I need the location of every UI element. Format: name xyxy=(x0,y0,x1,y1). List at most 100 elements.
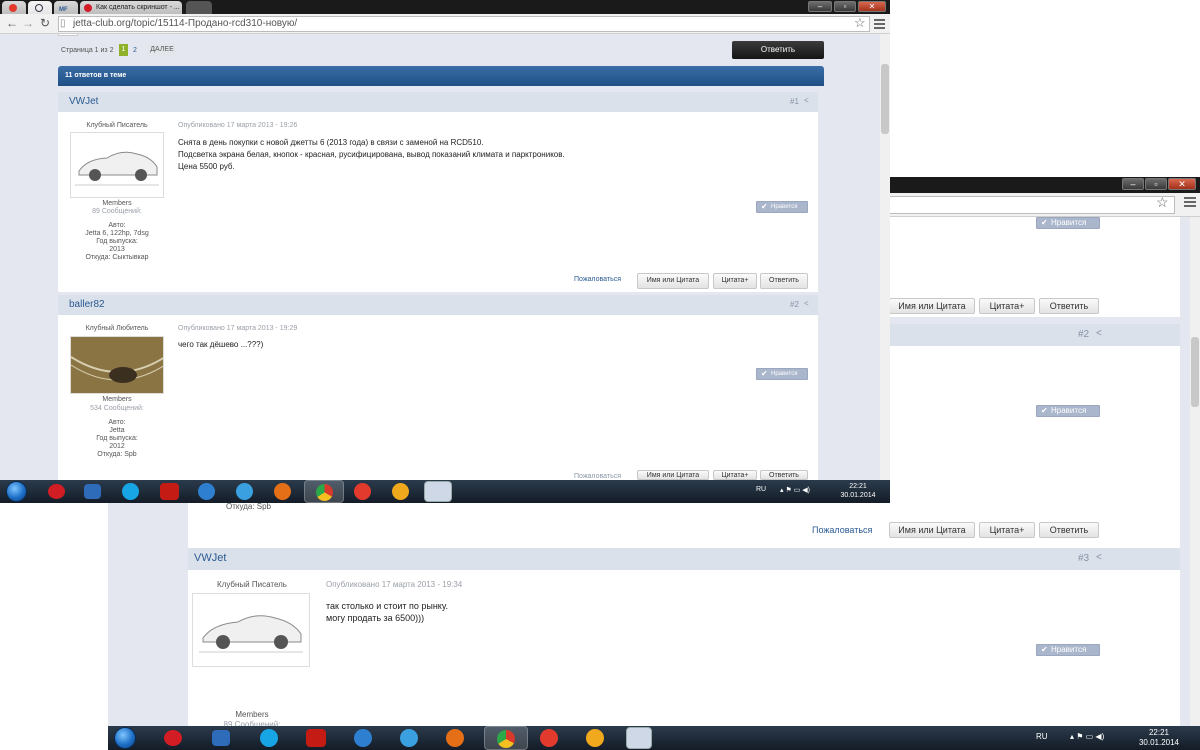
close-button[interactable]: ✕ xyxy=(858,1,886,12)
tray-icons[interactable]: ▴ ⚑ ▭ ◀) xyxy=(1070,732,1104,741)
like-button[interactable]: Нравится xyxy=(1036,217,1100,229)
tray-icons[interactable]: ▴ ⚑ ▭ ◀) xyxy=(780,486,810,494)
chrome-menu-icon[interactable] xyxy=(874,19,885,29)
new-tab-button[interactable] xyxy=(186,1,212,14)
quote-plus-button[interactable]: Цитата+ xyxy=(713,273,757,289)
reload-icon[interactable]: ↻ xyxy=(40,16,50,30)
page-2-link[interactable]: 2 xyxy=(133,47,137,54)
quote-plus-button[interactable]: Цитата+ xyxy=(979,298,1035,314)
close-button[interactable]: ✕ xyxy=(1168,178,1196,190)
flash-icon[interactable] xyxy=(354,729,372,747)
maximize-button[interactable]: ▫ xyxy=(834,1,856,12)
screenshot-app-icon[interactable] xyxy=(424,481,452,502)
chrome-taskbar-button[interactable] xyxy=(484,726,528,750)
post-number: #3 xyxy=(1078,553,1090,564)
post-date: Опубликовано 17 марта 2013 - 19:34 xyxy=(326,580,463,589)
bookmark-star-icon[interactable]: ☆ xyxy=(1156,194,1169,211)
next-page-link[interactable]: ДАЛЕЕ xyxy=(147,44,177,56)
name-quote-button[interactable]: Имя или Цитата xyxy=(889,522,975,538)
windows-start-icon[interactable] xyxy=(114,727,136,749)
skype-icon[interactable] xyxy=(260,729,278,747)
avatar[interactable] xyxy=(70,132,164,198)
reply-to-topic-button[interactable]: Ответить xyxy=(732,41,824,59)
avatar[interactable] xyxy=(192,593,310,667)
front-window-scrollbar[interactable] xyxy=(880,34,890,480)
yandex-browser-icon[interactable] xyxy=(354,483,371,500)
aimp-icon[interactable] xyxy=(392,483,409,500)
report-link[interactable]: Пожаловаться xyxy=(574,473,621,480)
acrobat-icon[interactable] xyxy=(160,483,179,500)
like-button[interactable]: Нравится xyxy=(756,201,808,213)
qip-icon[interactable] xyxy=(212,730,230,746)
address-bar[interactable]: jetta-club.org/topic/15114-Продано-rcd31… xyxy=(58,16,870,32)
firefox-icon[interactable] xyxy=(446,729,464,747)
acrobat-icon[interactable] xyxy=(306,729,326,747)
quote-plus-button[interactable]: Цитата+ xyxy=(979,522,1035,538)
post-author[interactable]: VWJet xyxy=(194,552,226,564)
back-window-address-bar[interactable]: ☆ xyxy=(890,193,1200,217)
forward-arrow-icon[interactable]: → xyxy=(22,16,34,30)
like-button[interactable]: Нравится xyxy=(756,368,808,380)
ie-icon[interactable] xyxy=(400,729,418,747)
quote-plus-button[interactable]: Цитата+ xyxy=(713,470,757,480)
post-author[interactable]: VWJet xyxy=(69,96,98,107)
screenshot-app-icon[interactable] xyxy=(626,727,652,749)
post-author[interactable]: baller82 xyxy=(69,299,105,310)
post-3-header: VWJet #3 < xyxy=(188,548,1180,570)
clock-time[interactable]: 22:21 xyxy=(834,483,882,490)
share-icon[interactable]: < xyxy=(1096,328,1102,339)
firefox-icon[interactable] xyxy=(274,483,291,500)
tab-strip: MF Как сделать скриншот - ... – ▫ ✕ xyxy=(0,0,890,14)
lastfm-icon[interactable] xyxy=(48,484,65,499)
post-number: #1 xyxy=(790,97,799,106)
share-icon[interactable]: < xyxy=(804,96,809,105)
report-link[interactable]: Пожаловаться xyxy=(574,276,621,283)
reply-button[interactable]: Ответить xyxy=(1039,522,1099,538)
like-button[interactable]: Нравится xyxy=(1036,644,1100,656)
reply-button[interactable]: Ответить xyxy=(760,273,808,289)
post-text: Снята в день покупки с новой джетты 6 (2… xyxy=(178,138,565,171)
tab-mail[interactable]: MF xyxy=(54,1,78,14)
maximize-button[interactable]: ▫ xyxy=(1145,178,1167,190)
chrome-taskbar-button[interactable] xyxy=(304,480,344,503)
name-quote-button[interactable]: Имя или Цитата xyxy=(637,273,709,289)
like-button[interactable]: Нравится xyxy=(1036,405,1100,417)
bookmark-star-icon[interactable]: ☆ xyxy=(854,15,866,31)
back-window-scrollbar[interactable] xyxy=(1190,217,1200,727)
name-quote-button[interactable]: Имя или Цитата xyxy=(889,298,975,314)
skype-icon[interactable] xyxy=(122,483,139,500)
reply-button[interactable]: Ответить xyxy=(760,470,808,480)
language-indicator[interactable]: RU xyxy=(756,486,766,493)
avatar[interactable] xyxy=(70,336,164,394)
post-2-location: Откуда: Spb xyxy=(226,502,272,511)
ie-icon[interactable] xyxy=(236,483,253,500)
page-icon: ▯ xyxy=(60,18,66,29)
qip-icon[interactable] xyxy=(84,484,101,499)
tab-yandex[interactable] xyxy=(2,1,26,14)
clock-time[interactable]: 22:21 xyxy=(1134,728,1184,737)
mail-icon: MF xyxy=(59,7,68,13)
front-taskbar: RU ▴ ⚑ ▭ ◀) 22:21 30.01.2014 xyxy=(0,480,890,503)
minimize-button[interactable]: – xyxy=(1122,178,1144,190)
report-link[interactable]: Пожаловаться xyxy=(812,525,872,535)
aimp-icon[interactable] xyxy=(586,729,604,747)
address-field[interactable] xyxy=(890,196,1175,214)
minimize-button[interactable]: – xyxy=(808,1,832,12)
tab-screenshot-howto[interactable]: Как сделать скриншот - ... xyxy=(80,1,182,14)
page-1-current[interactable]: 1 xyxy=(119,44,128,56)
clock-date[interactable]: 30.01.2014 xyxy=(834,492,882,499)
back-arrow-icon[interactable]: ← xyxy=(6,16,18,30)
share-icon[interactable]: < xyxy=(1096,552,1102,563)
language-indicator[interactable]: RU xyxy=(1036,732,1048,741)
tab-vw[interactable] xyxy=(28,1,52,14)
lastfm-icon[interactable] xyxy=(164,730,182,746)
share-icon[interactable]: < xyxy=(804,299,809,308)
yandex-browser-icon[interactable] xyxy=(540,729,558,747)
flash-icon[interactable] xyxy=(198,483,215,500)
clock-date[interactable]: 30.01.2014 xyxy=(1134,738,1184,747)
windows-start-icon[interactable] xyxy=(6,481,27,502)
name-quote-button[interactable]: Имя или Цитата xyxy=(637,470,709,480)
yandex-red-icon xyxy=(84,4,92,12)
chrome-menu-icon[interactable] xyxy=(1184,197,1196,209)
reply-button[interactable]: Ответить xyxy=(1039,298,1099,314)
